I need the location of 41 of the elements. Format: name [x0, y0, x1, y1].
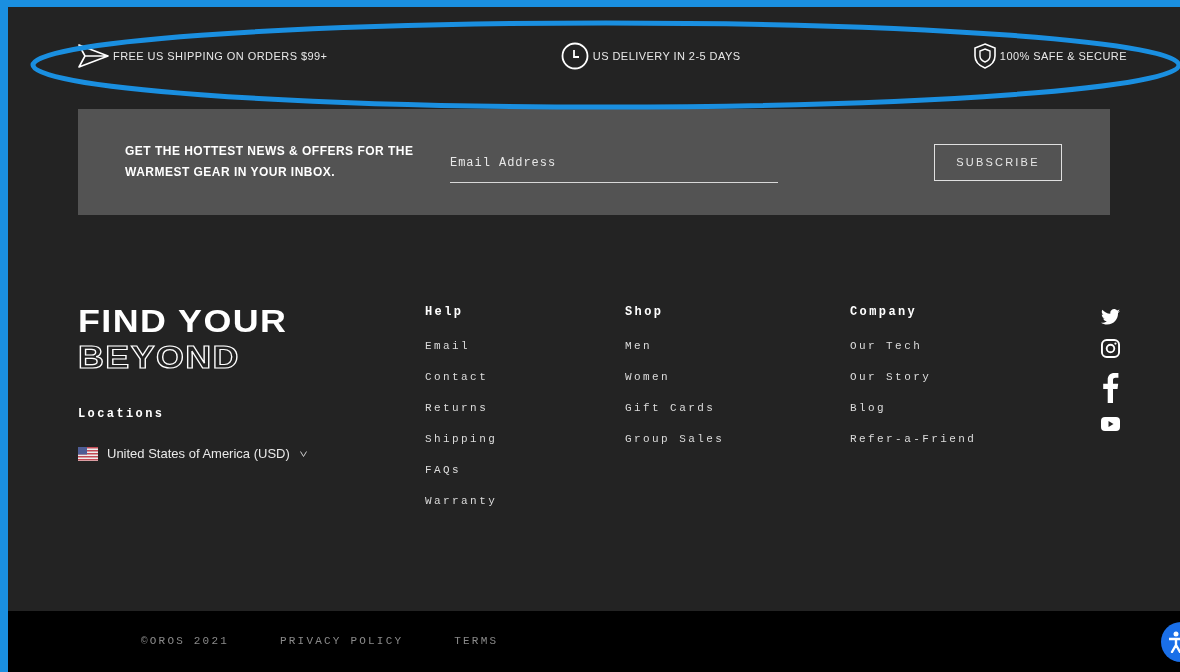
person-icon — [1169, 631, 1180, 653]
footer-link[interactable]: Men — [625, 338, 653, 354]
promo-text: US DELIVERY IN 2-5 DAYS — [592, 48, 741, 64]
subscribe-button[interactable]: SUBSCRIBE — [934, 144, 1062, 181]
location-label: United States of America (USD) — [107, 445, 290, 463]
promo-text: FREE US SHIPPING ON ORDERS $99+ — [113, 48, 328, 64]
flag-icon — [78, 446, 98, 461]
footer-link[interactable]: Group Sales — [625, 431, 725, 447]
footer-link[interactable]: Warranty — [425, 493, 498, 509]
copyright-text: ©OROS 2021 — [141, 634, 229, 650]
youtube-icon[interactable] — [1100, 417, 1120, 431]
footer-link[interactable]: Email — [425, 338, 471, 354]
column-heading: Shop — [625, 304, 665, 321]
footer-link[interactable]: Women — [625, 369, 671, 385]
footer-link[interactable]: Our Tech — [850, 338, 923, 354]
footer-link[interactable]: FAQs — [425, 462, 462, 478]
footer-link[interactable]: TERMS — [454, 633, 499, 650]
newsletter-heading: GET THE HOTTEST NEWS & OFFERS FOR THE WARMEST GEAR IN YOUR INBOX. — [125, 143, 415, 181]
brand-slogan-outline: BEYOND — [78, 339, 240, 375]
column-heading: Help — [425, 304, 465, 321]
locations-heading: Locations — [78, 406, 166, 423]
location-selector[interactable]: United States of America (USD) — [78, 444, 307, 464]
column-heading: Company — [850, 304, 919, 321]
footer-link[interactable]: Contact — [425, 369, 489, 385]
footer-link[interactable]: Gift Cards — [625, 400, 716, 416]
chevron-down-icon — [299, 450, 307, 457]
twitter-bird-icon[interactable] — [1100, 309, 1120, 325]
email-field[interactable]: Email Address — [450, 143, 778, 183]
instagram-icon[interactable] — [1100, 339, 1120, 358]
footer-link[interactable]: PRIVACY POLICY — [280, 633, 404, 650]
footer-link[interactable]: Refer-a-Friend — [850, 431, 977, 447]
footer-link[interactable]: Blog — [850, 400, 887, 416]
send-icon — [78, 44, 109, 68]
footer-link[interactable]: Our Story — [850, 369, 932, 385]
footer-link[interactable]: Returns — [425, 400, 489, 416]
brand-slogan: FIND YOUR — [78, 303, 288, 339]
facebook-icon[interactable] — [1101, 372, 1119, 403]
shield-icon — [973, 43, 996, 69]
footer-link[interactable]: Shipping — [425, 431, 498, 447]
clock-icon — [560, 42, 589, 70]
promo-text: 100% SAFE & SECURE — [999, 48, 1127, 64]
